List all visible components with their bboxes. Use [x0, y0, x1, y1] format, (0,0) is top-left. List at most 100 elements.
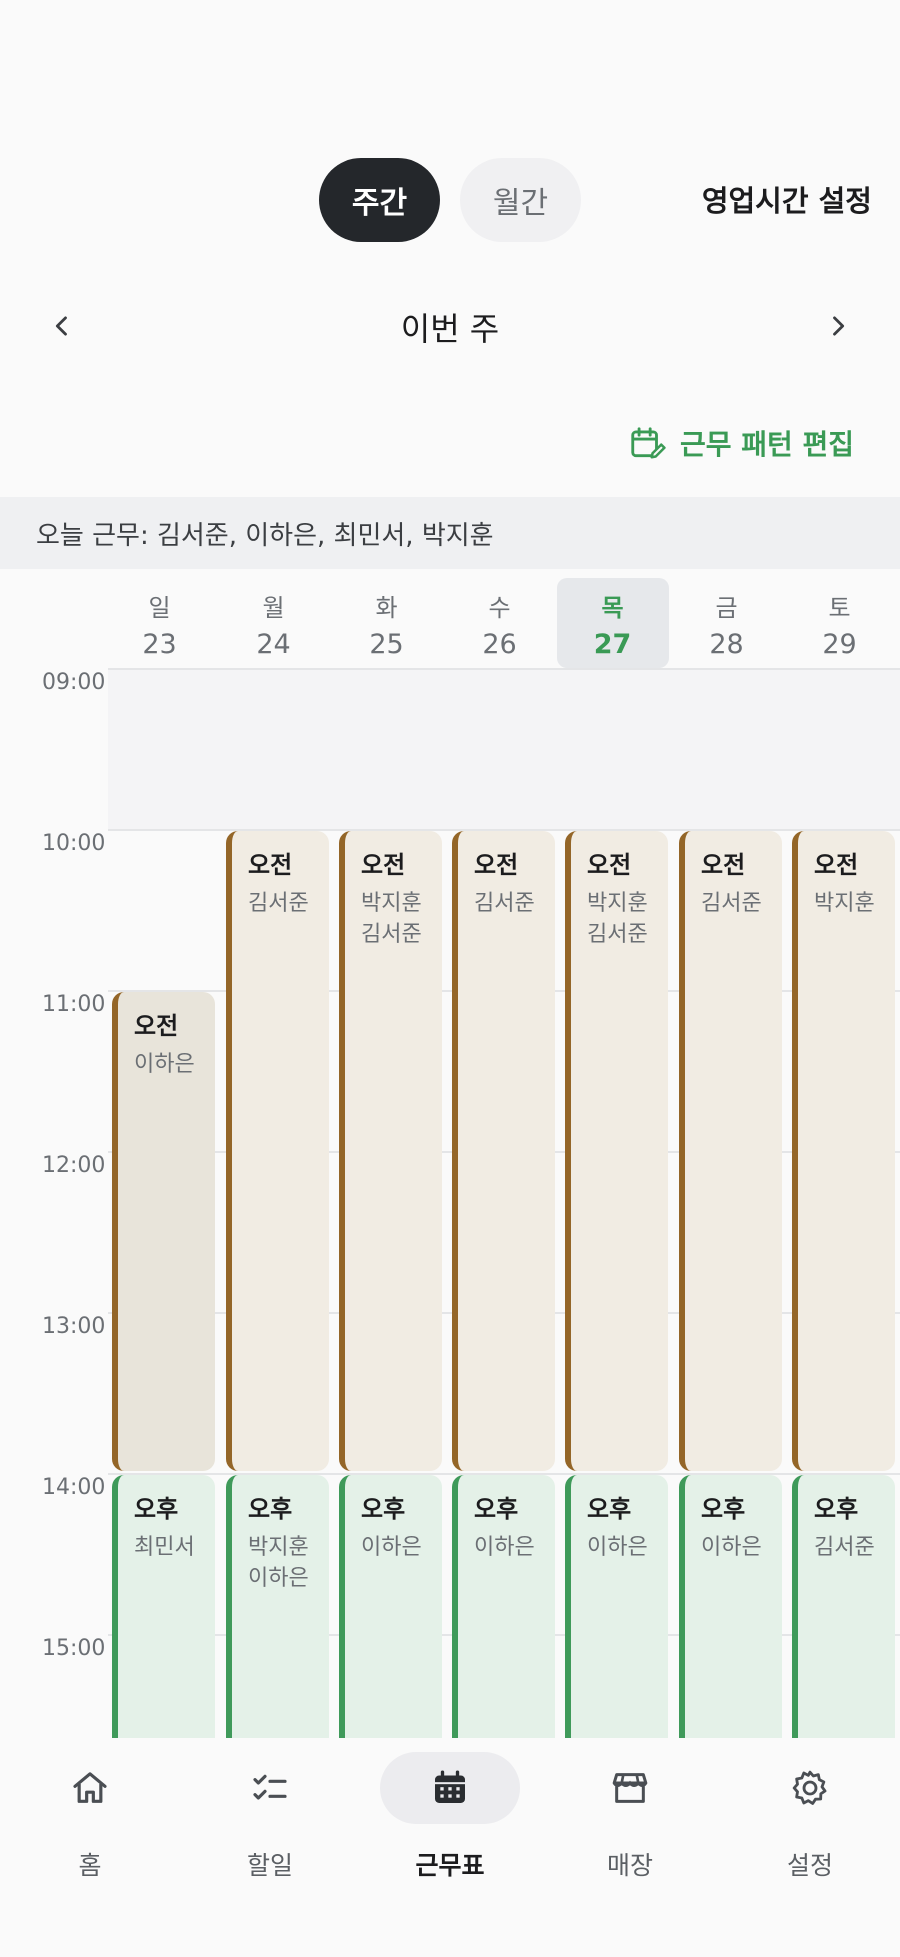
bottom-navigation: 홈 할일 근무표 매장 설정 [0, 1738, 900, 1957]
afternoon-shift-block[interactable]: 오후최민서 [112, 1475, 215, 1738]
shift-employee-name: 박지훈 [248, 1535, 309, 1560]
afternoon-shift-block[interactable]: 오후이하은 [452, 1475, 555, 1738]
shift-title: 오후 [474, 1495, 519, 1523]
day-header-25[interactable]: 화 25 [331, 578, 443, 668]
shift-employee-name: 이하은 [587, 1535, 648, 1560]
day-name: 화 [375, 594, 398, 622]
day-name: 목 [601, 594, 624, 622]
shift-title: 오전 [134, 1012, 179, 1040]
time-label: 13:00 [42, 1314, 106, 1339]
calendar-icon [380, 1752, 520, 1824]
gear-icon [740, 1752, 880, 1824]
day-name: 월 [262, 594, 285, 622]
morning-shift-block[interactable]: 오전김서준 [226, 831, 329, 1471]
shift-title: 오후 [814, 1495, 859, 1523]
next-week-button[interactable] [814, 302, 862, 350]
day-name: 토 [828, 594, 851, 622]
time-label: 10:00 [42, 831, 106, 856]
afternoon-shift-block[interactable]: 오후이하은 [339, 1475, 442, 1738]
time-label: 11:00 [42, 992, 106, 1017]
week-navigation: 이번 주 [0, 296, 900, 356]
day-date: 24 [256, 629, 291, 660]
day-header-29[interactable]: 토 29 [784, 578, 896, 668]
day-date: 26 [482, 629, 517, 660]
day-date: 29 [822, 629, 857, 660]
day-date: 28 [709, 629, 744, 660]
shift-title: 오전 [701, 851, 746, 879]
day-name: 일 [148, 594, 171, 622]
nav-tab-label: 매장 [606, 1851, 653, 1880]
nav-tab-calendar[interactable]: 근무표 [380, 1752, 520, 1902]
morning-shift-block[interactable]: 오전이하은 [112, 992, 215, 1471]
shift-title: 오후 [587, 1495, 632, 1523]
day-date: 23 [142, 629, 177, 660]
shift-title: 오후 [361, 1495, 406, 1523]
afternoon-shift-block[interactable]: 오후김서준 [792, 1475, 895, 1738]
shift-employee-name: 이하은 [248, 1566, 309, 1591]
time-label: 09:00 [42, 670, 106, 695]
shift-title: 오전 [474, 851, 519, 879]
checklist-icon [200, 1752, 340, 1824]
morning-shift-block[interactable]: 오전박지훈 [792, 831, 895, 1471]
nav-tab-label: 근무표 [415, 1851, 485, 1880]
week-title: 이번 주 [400, 310, 500, 348]
nav-tab-checklist[interactable]: 할일 [200, 1752, 340, 1902]
afternoon-shift-block[interactable]: 오후이하은 [565, 1475, 668, 1738]
morning-shift-block[interactable]: 오전박지훈김서준 [565, 831, 668, 1471]
monthly-toggle-button[interactable]: 월간 [460, 158, 581, 242]
today-work-banner: 오늘 근무: 김서준, 이하은, 최민서, 박지훈 [0, 497, 900, 569]
nav-tab-gear[interactable]: 설정 [740, 1752, 880, 1902]
shift-title: 오후 [701, 1495, 746, 1523]
afternoon-shift-block[interactable]: 오후이하은 [679, 1475, 782, 1738]
shift-employee-name: 박지훈 [361, 891, 422, 916]
shift-employee-name: 최민서 [134, 1535, 195, 1560]
time-label: 15:00 [42, 1636, 106, 1661]
day-header-26[interactable]: 수 26 [444, 578, 556, 668]
hour-gridline [108, 668, 900, 670]
shift-employee-name: 김서준 [361, 922, 422, 947]
nav-tab-label: 할일 [246, 1851, 293, 1880]
morning-shift-block[interactable]: 오전 김서준 [679, 831, 782, 1471]
shift-employee-name: 이하은 [701, 1535, 762, 1560]
shift-employee-name: 박지훈 [587, 891, 648, 916]
day-date: 27 [593, 629, 632, 660]
shift-employee-name: 이하은 [134, 1052, 195, 1077]
day-name: 금 [715, 594, 738, 622]
shift-title: 오전 [361, 851, 406, 879]
shift-employee-name: 박지훈 [814, 891, 875, 916]
shift-employee-name: 이하은 [361, 1535, 422, 1560]
nav-tab-label: 홈 [78, 1851, 102, 1880]
shift-employee-name: 김서준 [587, 922, 648, 947]
day-date: 25 [369, 629, 404, 660]
day-header-28[interactable]: 금 28 [671, 578, 783, 668]
edit-pattern-label: 근무 패턴 편집 [679, 428, 854, 461]
day-header-27[interactable]: 목 27 [556, 578, 669, 668]
day-name: 수 [488, 594, 511, 622]
shift-title: 오전 [814, 851, 859, 879]
afternoon-shift-block[interactable]: 오후박지훈이하은 [226, 1475, 329, 1738]
chevron-right-icon [833, 316, 845, 336]
day-header-24[interactable]: 월 24 [218, 578, 330, 668]
weekly-toggle-button[interactable]: 주간 [319, 158, 440, 242]
morning-shift-block[interactable]: 오전김서준 [452, 831, 555, 1471]
shift-employee-name: 김서준 [814, 1535, 875, 1560]
shift-title: 오후 [134, 1495, 179, 1523]
calendar-edit-icon [631, 427, 666, 459]
schedule-grid: 09:00 10:00 11:00 12:00 13:00 14:00 15:00 오전 이하은… [0, 668, 900, 1738]
nav-tab-store[interactable]: 매장 [560, 1752, 700, 1902]
shift-title: 오전 [248, 851, 293, 879]
shift-title: 오후 [248, 1495, 293, 1523]
home-icon [20, 1752, 160, 1824]
top-bar: 주간 월간 영업시간 설정 [0, 158, 900, 244]
time-label: 14:00 [42, 1475, 106, 1500]
nav-tab-label: 설정 [786, 1851, 833, 1880]
shift-employee-name: 이하은 [474, 1535, 535, 1560]
nav-tab-home[interactable]: 홈 [20, 1752, 160, 1902]
day-header-23[interactable]: 일 23 [104, 578, 216, 668]
business-hours-button[interactable]: 영업시간 설정 [702, 178, 872, 220]
shift-employee-name: 김서준 [474, 891, 535, 916]
shift-employee-name: 김서준 [248, 891, 309, 916]
shift-title: 오전 [587, 851, 632, 879]
edit-pattern-button[interactable]: 근무 패턴 편집 [628, 420, 854, 466]
morning-shift-block[interactable]: 오전박지훈김서준 [339, 831, 442, 1471]
